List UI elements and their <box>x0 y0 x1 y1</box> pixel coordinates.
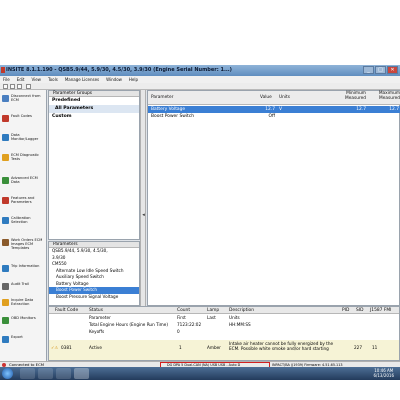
image-bottom-margin <box>0 380 400 400</box>
nav-data-monitor[interactable]: Data Monitor/Logger <box>0 131 47 147</box>
col-value[interactable]: Value <box>260 95 272 101</box>
sidebar-nav: Disconnect from ECM Fault Codes Data Mon… <box>0 90 47 361</box>
fault-table-header: Fault Code Status Count Lamp Description… <box>49 307 399 314</box>
nav-obd[interactable]: OBD Monitors <box>0 314 47 330</box>
group-predefined[interactable]: Predefined <box>49 97 139 105</box>
col-pid[interactable]: PID <box>342 307 349 314</box>
nav-fault-codes[interactable]: Fault Codes <box>0 112 47 128</box>
nav-work-orders[interactable]: Work Orders ECM Images ECM Templates <box>0 236 47 256</box>
maximize-button[interactable]: □ <box>375 66 386 74</box>
col-status[interactable]: Status <box>89 307 103 314</box>
title-bar: INSITE 8.1.1.190 - QSB5.9/44, 5.9/30, 4.… <box>0 65 400 76</box>
features-icon <box>2 197 9 204</box>
menu-window[interactable]: Window <box>106 76 122 83</box>
menu-file[interactable]: File <box>3 76 10 83</box>
taskbar-ie-icon[interactable] <box>20 368 35 379</box>
taskbar-media-icon[interactable] <box>56 368 71 379</box>
nav-calibration[interactable]: Calibration Selection <box>0 214 47 230</box>
fault-codes-table: Fault Code Status Count Lamp Description… <box>48 306 400 361</box>
close-button[interactable]: ✕ <box>387 66 398 74</box>
col-min[interactable]: Minimum Measured <box>336 91 366 101</box>
fault-sid-value: 227 <box>354 345 362 350</box>
export-icon <box>2 336 9 343</box>
advanced-data-icon <box>2 177 9 184</box>
nav-diagnostic-tests[interactable]: ECM Diagnostic Tests <box>0 151 47 167</box>
group-custom[interactable]: Custom <box>49 113 139 121</box>
obd-icon <box>2 317 9 324</box>
fault-lamp-value: Amber <box>207 345 221 350</box>
data-monitor-icon <box>2 134 9 141</box>
table-row[interactable]: Boost Power Switch Off <box>148 113 400 120</box>
nav-trip-info[interactable]: Trip Information <box>0 262 47 278</box>
fault-count-value: 1 <box>179 345 182 350</box>
col-max[interactable]: Maximum Measured <box>370 91 400 101</box>
disconnect-icon <box>2 95 9 102</box>
trip-info-icon <box>2 265 9 272</box>
col-units[interactable]: Units <box>279 95 290 101</box>
diagnostic-tests-icon <box>2 154 9 161</box>
menu-manage-licenses[interactable]: Manage Licenses <box>65 76 99 83</box>
toolbar-forward-icon[interactable] <box>10 84 15 89</box>
collapse-arrow-icon[interactable]: ◂ <box>141 210 146 220</box>
col-j1587-fmi[interactable]: J1587 FMI <box>370 307 391 314</box>
col-parameter[interactable]: Parameter <box>151 95 173 101</box>
fault-description-value: Intake air heater cannot be fully energi… <box>229 341 334 352</box>
fault-codes-icon <box>2 115 9 122</box>
parameters-panel: Parameters QSB5.9/44, 5.9/30, 4.5/30, 3.… <box>48 241 140 306</box>
param-item[interactable]: Boost Pressure Signal Voltage <box>49 294 139 301</box>
start-button[interactable] <box>2 368 13 379</box>
taskbar-explorer-icon[interactable] <box>38 368 53 379</box>
col-sid[interactable]: SID <box>356 307 363 314</box>
table-row[interactable]: Battery Voltage 12.7 V 12.7 12.7 <box>148 106 400 113</box>
window-controls: _ □ ✕ <box>363 66 398 74</box>
calibration-icon <box>2 217 9 224</box>
fault-fmi-value: 11 <box>372 345 378 350</box>
nav-inquire[interactable]: Inquire Data Extraction <box>0 296 47 312</box>
menu-help[interactable]: Help <box>129 76 138 83</box>
toolbar-print-icon[interactable] <box>17 84 22 89</box>
system-clock[interactable]: 10:46 AM 6/13/2016 <box>373 368 394 378</box>
group-all-parameters[interactable]: All Parameters <box>49 105 139 113</box>
fault-code-value: 0381 <box>61 345 72 350</box>
nav-features[interactable]: Features and Parameters <box>0 194 47 210</box>
col-lamp[interactable]: Lamp <box>207 307 219 314</box>
warning-icon: ✓⚠ <box>51 345 59 350</box>
nav-export[interactable]: Export <box>0 333 47 349</box>
nav-disconnect[interactable]: Disconnect from ECM <box>0 92 47 108</box>
parameter-table-header: Parameter Value Units Minimum Measured M… <box>148 91 400 105</box>
parameter-values-table: Parameter Value Units Minimum Measured M… <box>147 90 400 306</box>
panel-splitter[interactable]: ◂ <box>140 90 146 306</box>
window-title: INSITE 8.1.1.190 - QSB5.9/44, 5.9/30, 4.… <box>6 67 232 73</box>
nav-audit-trail[interactable]: Audit Trail <box>0 280 47 296</box>
audit-trail-icon <box>2 283 9 290</box>
inquire-icon <box>2 299 9 306</box>
parameter-groups-panel: Parameter Groups Predefined All Paramete… <box>48 90 140 240</box>
col-count[interactable]: Count <box>177 307 190 314</box>
fault-status-value: Active <box>89 345 102 350</box>
windows-taskbar: 10:46 AM 6/13/2016 <box>0 367 400 380</box>
insite-window: INSITE 8.1.1.190 - QSB5.9/44, 5.9/30, 4.… <box>0 65 400 380</box>
menu-tools[interactable]: Tools <box>48 76 58 83</box>
toolbar <box>0 83 400 90</box>
app-icon <box>1 67 5 73</box>
col-description[interactable]: Description <box>229 307 254 314</box>
col-fault-code[interactable]: Fault Code <box>55 307 78 314</box>
minimize-button[interactable]: _ <box>363 66 374 74</box>
menu-view[interactable]: View <box>31 76 41 83</box>
toolbar-back-icon[interactable] <box>3 84 8 89</box>
toolbar-help-icon[interactable] <box>26 84 31 89</box>
taskbar-insite-icon[interactable] <box>74 368 89 379</box>
work-orders-icon <box>2 239 9 246</box>
menu-edit[interactable]: Edit <box>17 76 25 83</box>
nav-advanced-data[interactable]: Advanced ECM Data <box>0 174 47 190</box>
menu-bar: File Edit View Tools Manage Licenses Win… <box>0 76 400 83</box>
